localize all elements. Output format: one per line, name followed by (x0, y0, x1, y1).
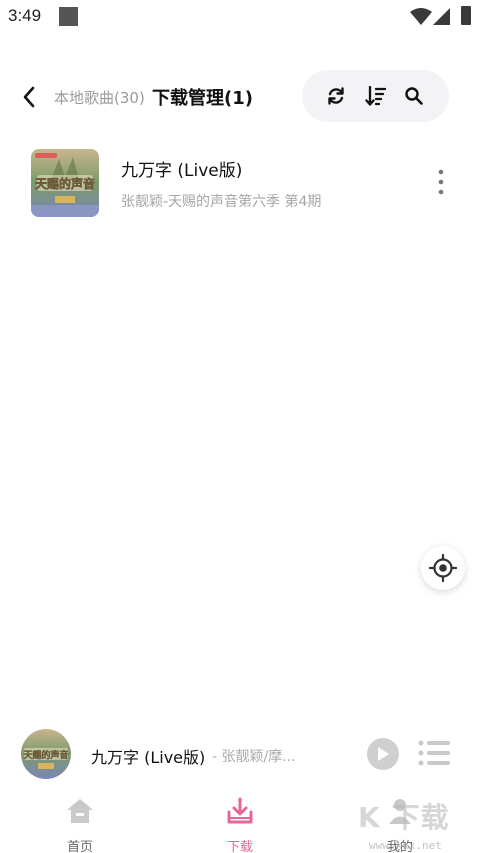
status-time: 3:49 (8, 6, 42, 25)
svg-text:天赐的声音: 天赐的声音 (35, 176, 95, 191)
header: 本地歌曲(30) 下载管理(1) (0, 70, 480, 124)
search-button[interactable] (400, 82, 428, 110)
refresh-icon (328, 87, 344, 105)
status-bar: 3:49 (0, 0, 480, 34)
signal-icon (433, 8, 450, 25)
search-icon (405, 87, 423, 105)
refresh-button[interactable] (322, 82, 350, 110)
song-subtitle: 张靓颖-天赐的声音第六季 第4期 (121, 194, 322, 210)
mini-player-cover: 天赐的声音 (21, 729, 71, 779)
nav-label-home: 首页 (66, 840, 93, 853)
locate-icon (429, 554, 457, 582)
song-title: 九万字 (Live版) (121, 161, 243, 181)
playlist-queue-button[interactable] (417, 738, 451, 768)
locate-current-song-button[interactable] (421, 546, 465, 590)
album-cover: 天赐的声音 (31, 149, 99, 217)
more-options-button[interactable] (428, 166, 454, 198)
back-button[interactable] (16, 84, 42, 110)
mini-player-title: 九万字 (Live版) (91, 748, 206, 767)
nav-item-download[interactable]: 下载 (200, 790, 280, 853)
svg-text:天赐的声音: 天赐的声音 (23, 749, 68, 761)
page-title: 下载管理(1) (152, 88, 253, 109)
toolbar-pill (302, 70, 449, 122)
more-vertical-icon (438, 169, 444, 195)
sort-icon (365, 85, 387, 106)
battery-icon (461, 6, 471, 25)
mini-player-artist: - 张靓颖/摩... (212, 749, 296, 765)
nav-item-home[interactable]: 首页 (40, 790, 120, 853)
download-icon (227, 797, 253, 824)
watermark-url: www.kkx.net (369, 839, 442, 852)
song-list-item[interactable]: 天赐的声音 九万字 (Live版) 张靓颖-天赐的声音第六季 第4期 (0, 140, 480, 224)
play-button[interactable] (367, 738, 399, 770)
notification-icon (59, 7, 78, 26)
mini-player[interactable]: 天赐的声音 九万字 (Live版) - 张靓颖/摩... (0, 723, 480, 785)
wifi-icon (410, 8, 432, 25)
home-icon (67, 799, 93, 823)
breadcrumb-local-songs[interactable]: 本地歌曲(30) (54, 87, 145, 108)
sort-button[interactable] (362, 82, 390, 110)
play-icon (378, 747, 389, 761)
nav-label-download: 下载 (226, 840, 253, 853)
playlist-icon (418, 740, 450, 766)
back-arrow-icon (23, 86, 35, 108)
watermark: K 下载 (358, 801, 450, 834)
